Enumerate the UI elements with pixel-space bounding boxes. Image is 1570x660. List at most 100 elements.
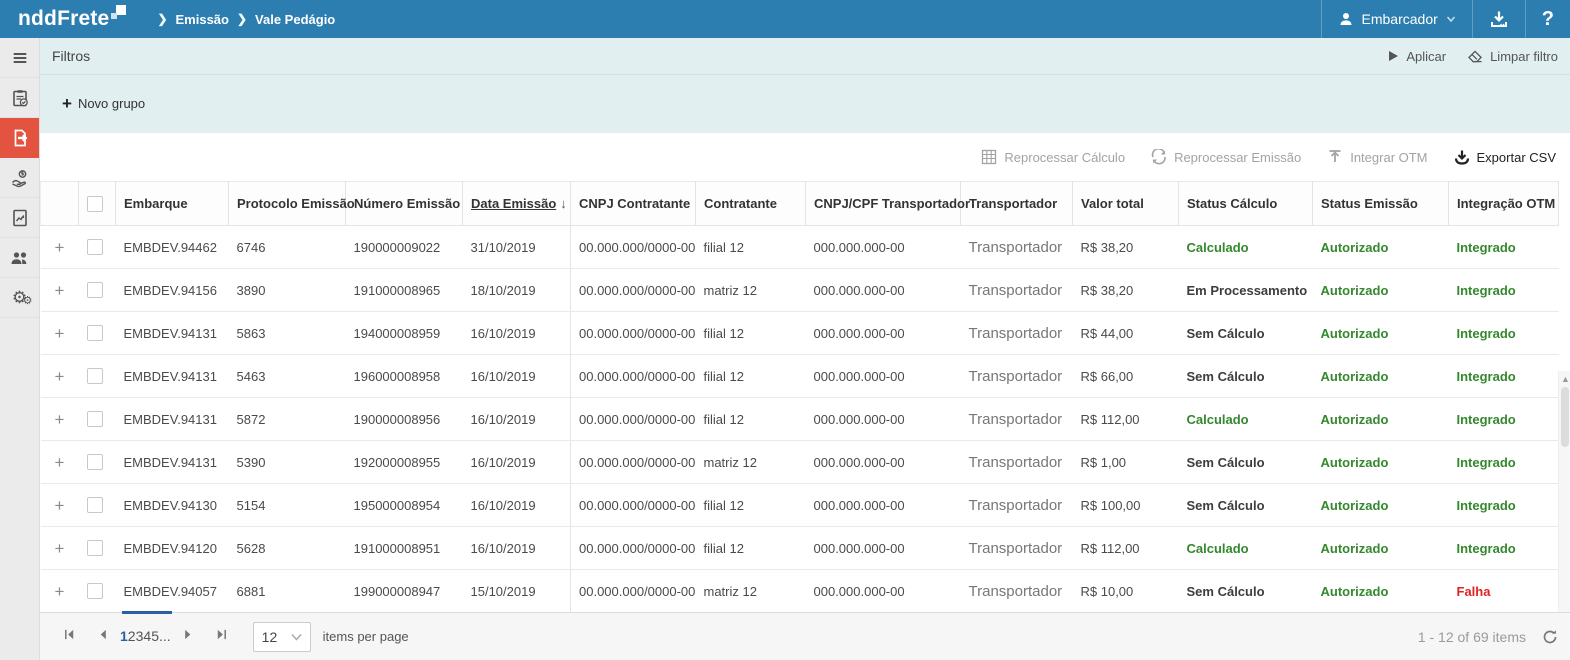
first-page-button[interactable] <box>52 628 86 646</box>
sidebar-item-settings[interactable]: ⚙ ⚙ <box>0 278 39 318</box>
row-checkbox[interactable] <box>86 325 103 341</box>
col-header-protocolo[interactable]: Protocolo Emissão <box>228 181 355 226</box>
expand-row-button[interactable]: + <box>49 497 71 514</box>
table-row: + EMBDEV.94131 5863 194000008959 16/10/2019 0… <box>40 311 1559 355</box>
row-checkbox[interactable] <box>86 497 103 513</box>
cell-cnpj-transportador: 000.000.000-00 <box>805 526 961 570</box>
page-number-5[interactable]: 5 <box>151 628 159 644</box>
scrollbar-thumb[interactable] <box>1561 387 1569 447</box>
sidebar-item-emission[interactable] <box>0 118 39 158</box>
expand-row-button[interactable]: + <box>49 325 71 342</box>
breadcrumb-vale-pedagio[interactable]: Vale Pedágio <box>255 12 335 27</box>
col-header-embarque[interactable]: Embarque <box>115 181 229 226</box>
reprocess-emission-button[interactable]: Reprocessar Emissão <box>1151 149 1301 165</box>
row-checkbox[interactable] <box>86 540 103 556</box>
cell-transportador: Transportador <box>960 225 1073 269</box>
new-group-button[interactable]: + Novo grupo <box>62 95 145 112</box>
cell-cnpj-contratante: 00.000.000/0000-00 <box>570 225 696 269</box>
download-button[interactable] <box>1471 0 1525 38</box>
cell-status-calculo: Sem Cálculo <box>1178 569 1313 613</box>
cell-cnpj-contratante: 00.000.000/0000-00 <box>570 440 696 484</box>
sidebar-item-clipboard-check[interactable] <box>0 78 39 118</box>
export-csv-label: Exportar CSV <box>1476 149 1556 165</box>
help-icon: ? <box>1541 7 1554 30</box>
cell-data-emissao: 16/10/2019 <box>462 440 571 484</box>
cell-status-emissao: Autorizado <box>1312 483 1449 527</box>
col-header-contratante[interactable]: Contratante <box>695 181 806 226</box>
export-csv-button[interactable]: Exportar CSV <box>1454 149 1556 165</box>
upload-icon <box>1329 150 1341 162</box>
next-page-button[interactable] <box>171 628 205 646</box>
col-header-valor-total[interactable]: Valor total <box>1072 181 1179 226</box>
reprocess-emission-label: Reprocessar Emissão <box>1174 149 1302 165</box>
cell-status-calculo: Sem Cálculo <box>1178 440 1313 484</box>
apply-filter-button[interactable]: Aplicar <box>1388 49 1446 64</box>
apply-filter-label: Aplicar <box>1406 48 1447 64</box>
cell-integracao-otm: Integrado <box>1448 440 1559 484</box>
scroll-up-icon[interactable]: ▲ <box>1561 375 1570 384</box>
col-header-cnpj-transportador[interactable]: CNPJ/CPF Transportador <box>805 181 970 226</box>
row-checkbox[interactable] <box>86 411 103 427</box>
expand-row-button[interactable]: + <box>49 282 71 299</box>
page-number-2[interactable]: 2 <box>128 628 136 644</box>
sidebar-item-menu[interactable] <box>0 38 39 78</box>
row-checkbox[interactable] <box>86 239 103 255</box>
cell-contratante: filial 12 <box>695 311 806 355</box>
cell-status-emissao: Autorizado <box>1312 268 1449 312</box>
expand-row-button[interactable]: + <box>49 239 71 256</box>
cell-data-emissao: 31/10/2019 <box>462 225 571 269</box>
expand-row-button[interactable]: + <box>49 368 71 385</box>
play-icon <box>1389 51 1399 61</box>
expand-row-button[interactable]: + <box>49 583 71 600</box>
cell-status-emissao: Autorizado <box>1312 440 1449 484</box>
clear-filter-label: Limpar filtro <box>1490 48 1558 64</box>
cell-valor-total: R$ 38,20 <box>1072 225 1179 269</box>
page-ellipsis[interactable]: ... <box>159 628 171 644</box>
sidebar-item-payment[interactable] <box>0 158 39 198</box>
sidebar-item-reports[interactable] <box>0 198 39 238</box>
cell-expand: + <box>40 268 79 312</box>
col-header-status-emissao[interactable]: Status Emissão <box>1312 181 1449 226</box>
cell-valor-total: R$ 44,00 <box>1072 311 1179 355</box>
cell-valor-total: R$ 112,00 <box>1072 526 1179 570</box>
row-checkbox[interactable] <box>86 368 103 384</box>
help-button[interactable]: ? <box>1524 0 1570 38</box>
cell-cnpj-contratante: 00.000.000/0000-00 <box>570 569 696 613</box>
select-all-checkbox[interactable] <box>87 195 103 212</box>
cell-embarque: EMBDEV.94130 <box>115 483 229 527</box>
clear-filter-button[interactable]: Limpar filtro <box>1468 49 1558 64</box>
sidebar-item-users[interactable] <box>0 238 39 278</box>
user-menu[interactable]: Embarcador <box>1320 0 1472 38</box>
cell-protocolo: 6746 <box>228 225 346 269</box>
col-header-numero[interactable]: Número Emissão <box>345 181 463 226</box>
page-size-dropdown[interactable]: 12 <box>252 621 311 652</box>
cell-valor-total: R$ 10,00 <box>1072 569 1179 613</box>
refresh-grid-button[interactable] <box>1542 629 1558 645</box>
row-checkbox[interactable] <box>86 583 103 599</box>
expand-row-button[interactable]: + <box>49 540 71 557</box>
reprocess-calc-button[interactable]: Reprocessar Cálculo <box>981 149 1125 165</box>
integrate-otm-button[interactable]: Integrar OTM <box>1327 149 1428 165</box>
cell-embarque: EMBDEV.94156 <box>115 268 229 312</box>
col-header-status-calculo[interactable]: Status Cálculo <box>1178 181 1313 226</box>
cell-status-emissao: Autorizado <box>1312 526 1449 570</box>
page-number-1[interactable]: 1 <box>120 628 128 644</box>
col-header-transportador[interactable]: Transportador <box>960 181 1073 226</box>
row-checkbox[interactable] <box>86 282 103 298</box>
col-header-data-emissao[interactable]: Data Emissão ↓ <box>462 181 571 226</box>
expand-row-button[interactable]: + <box>49 411 71 428</box>
prev-page-icon <box>100 629 106 639</box>
col-header-cnpj-contratante[interactable]: CNPJ Contratante <box>570 181 696 226</box>
cell-protocolo: 5390 <box>228 440 346 484</box>
app-logo-text: nddFrete <box>18 7 110 30</box>
cell-protocolo: 5872 <box>228 397 346 441</box>
prev-page-button[interactable] <box>86 628 120 646</box>
last-page-button[interactable] <box>205 628 239 646</box>
app-logo[interactable]: nddFrete <box>0 4 141 34</box>
row-checkbox[interactable] <box>86 454 103 470</box>
col-header-integracao-otm[interactable]: Integração OTM <box>1448 181 1559 226</box>
expand-row-button[interactable]: + <box>49 454 71 471</box>
breadcrumb-emissao[interactable]: Emissão <box>176 12 229 27</box>
cell-numero: 192000008955 <box>345 440 463 484</box>
cell-valor-total: R$ 1,00 <box>1072 440 1179 484</box>
